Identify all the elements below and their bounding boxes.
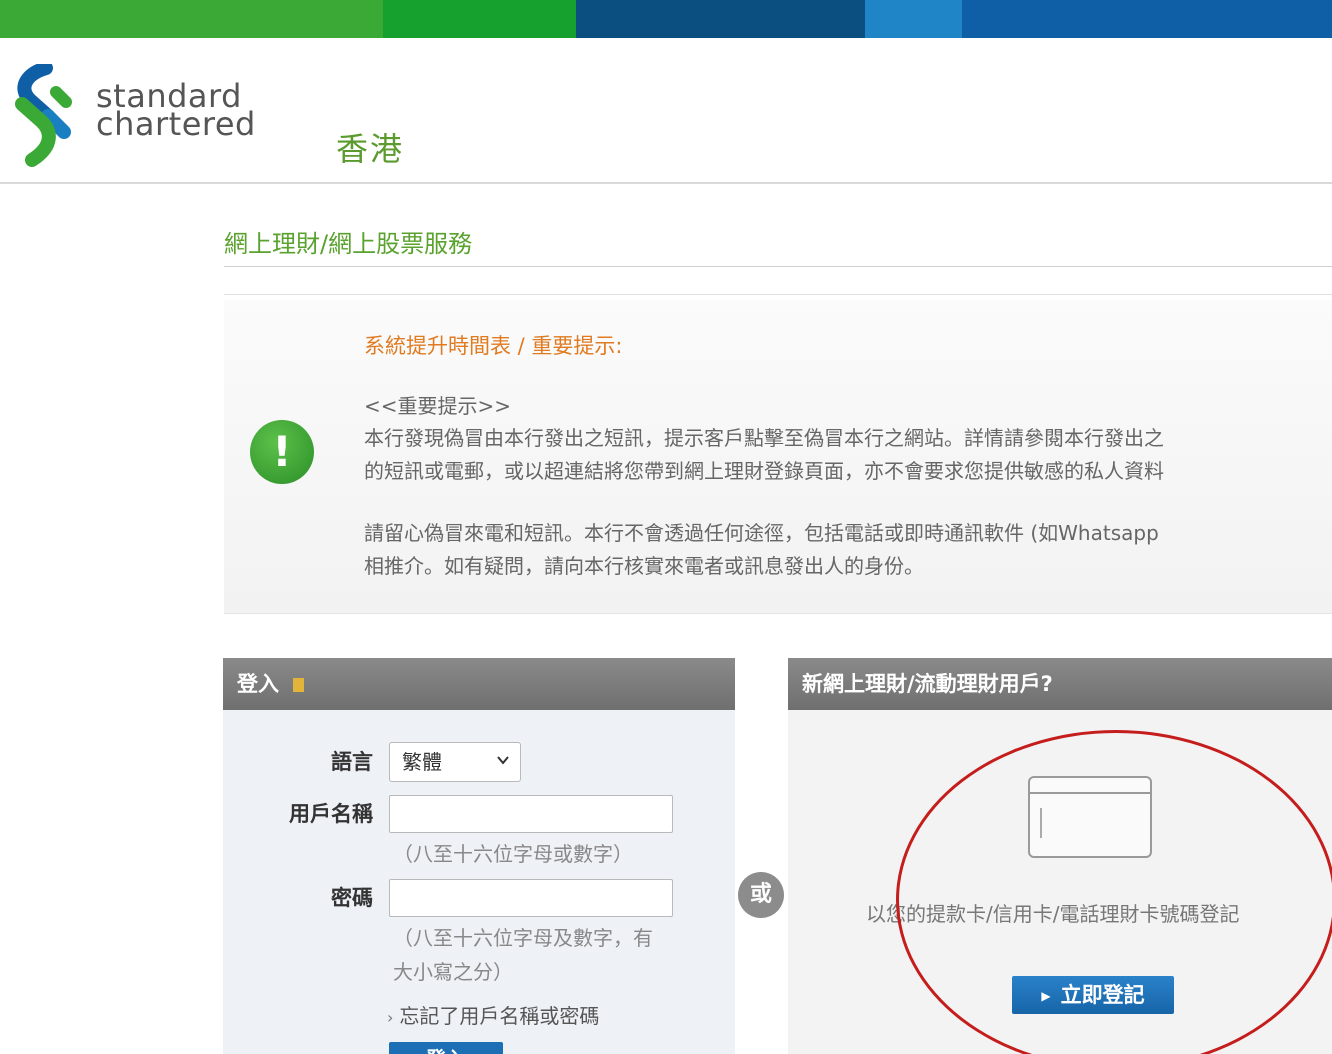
login-button[interactable]: 登入 bbox=[389, 1042, 503, 1054]
login-panel-header: 登入 bbox=[223, 658, 735, 710]
or-separator-badge: 或 bbox=[738, 872, 784, 918]
color-bar-segment bbox=[0, 0, 383, 38]
language-select[interactable]: 繁體 bbox=[389, 742, 521, 782]
alert-exclamation-icon: ! bbox=[250, 420, 314, 484]
page-title: 網上理財/網上股票服務 bbox=[224, 230, 473, 258]
notice-line: 請留心偽冒來電和短訊。本行不會透過任何途徑，包括電話或即時通訊軟件 (如What… bbox=[364, 521, 1159, 545]
username-input[interactable] bbox=[389, 795, 673, 833]
login-panel: 登入 語言 繁體 用戶名稱 （八至十六位字母或數字） 密碼 （八至十六位字母及數… bbox=[223, 658, 735, 1054]
region-label: 香港 bbox=[336, 130, 405, 168]
chevron-down-icon bbox=[497, 756, 509, 765]
chevron-right-icon: › bbox=[387, 1008, 394, 1027]
username-hint: （八至十六位字母或數字） bbox=[393, 842, 633, 866]
color-bar-segment bbox=[383, 0, 576, 38]
notice-heading-link[interactable]: 系統提升時間表 / 重要提示: bbox=[364, 330, 623, 360]
brand-wordmark: standard chartered bbox=[96, 80, 256, 143]
notice-line: 相推介。如有疑問，請向本行核實來電者或訊息發出人的身份。 bbox=[364, 554, 924, 578]
color-bar-segment bbox=[962, 0, 1332, 38]
language-selected-value: 繁體 bbox=[402, 750, 442, 774]
password-hint-line-1: （八至十六位字母及數字，有 bbox=[393, 926, 653, 950]
forgot-credentials-link[interactable]: › 忘記了用戶名稱或密碼 bbox=[387, 1000, 599, 1029]
password-label: 密碼 bbox=[331, 886, 373, 910]
divider bbox=[224, 294, 1332, 295]
notice-line: 本行發現偽冒由本行發出之短訊，提示客戶點擊至偽冒本行之網站。詳情請參閱本行發出之 bbox=[364, 426, 1164, 450]
standard-chartered-logo-icon[interactable] bbox=[8, 64, 78, 168]
important-notice-box: ! 系統提升時間表 / 重要提示: <<重要提示>> 本行發現偽冒由本行發出之短… bbox=[224, 300, 1332, 614]
register-panel-header: 新網上理財/流動理財用戶? bbox=[788, 658, 1332, 710]
site-header: standard chartered 香港 bbox=[0, 38, 1332, 184]
divider bbox=[224, 266, 1332, 267]
username-label: 用戶名稱 bbox=[289, 802, 373, 826]
language-label: 語言 bbox=[331, 750, 373, 774]
color-bar-segment bbox=[576, 0, 865, 38]
password-input[interactable] bbox=[389, 879, 673, 917]
lock-icon bbox=[293, 678, 304, 692]
brand-line-2: chartered bbox=[96, 105, 256, 143]
color-bar-segment bbox=[865, 0, 962, 38]
login-panel-title: 登入 bbox=[237, 672, 279, 696]
red-annotation-circle bbox=[896, 730, 1332, 1054]
register-panel-title: 新網上理財/流動理財用戶? bbox=[802, 672, 1053, 696]
top-color-bar bbox=[0, 0, 1332, 38]
forgot-credentials-text: 忘記了用戶名稱或密碼 bbox=[399, 1004, 600, 1028]
notice-line: <<重要提示>> bbox=[364, 394, 512, 418]
notice-line: 的短訊或電郵，或以超連結將您帶到網上理財登錄頁面，亦不會要求您提供敏感的私人資料 bbox=[364, 459, 1164, 483]
password-hint-line-2: 大小寫之分） bbox=[393, 960, 513, 984]
